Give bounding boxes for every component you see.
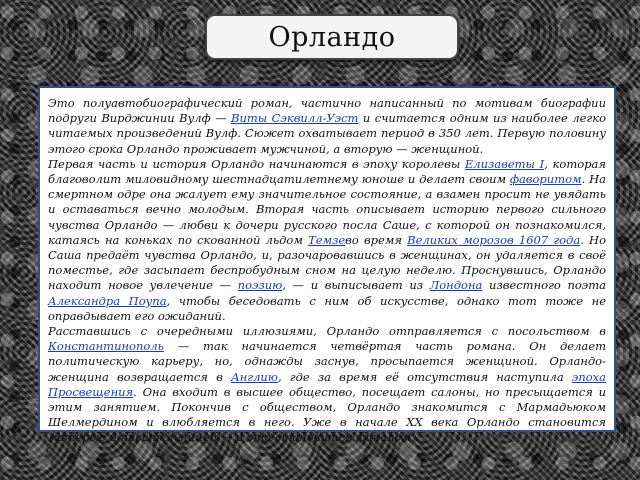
inline-link[interactable]: Англию (231, 370, 278, 384)
inline-link[interactable]: Темзе (308, 233, 345, 247)
inline-link[interactable]: Александра Поупа (48, 294, 167, 308)
slide-title: Орландо (268, 21, 396, 53)
inline-link[interactable]: фаворитом (510, 172, 582, 186)
text-run: Расставшись с очередными иллюзиями, Орла… (48, 324, 606, 339)
text-run: Первая часть и история Орландо начинаютс… (48, 156, 465, 171)
title-banner: Орландо (205, 14, 459, 60)
inline-link[interactable]: Виты Сэквилл-Уэст (231, 111, 358, 125)
inline-link[interactable]: поэзию (238, 278, 283, 292)
inline-link[interactable]: Лондона (430, 278, 483, 292)
text-run: во время (345, 232, 408, 247)
inline-link[interactable]: Константинополь (48, 339, 164, 353)
text-panel: Это полуавтобиографический роман, частич… (38, 86, 616, 444)
paragraph: Первая часть и история Орландо начинаютс… (48, 157, 606, 324)
article-text: Это полуавтобиографический роман, частич… (48, 96, 606, 446)
text-run: , где за время её отсутствия наступила (277, 369, 572, 384)
text-run: известного поэта (482, 278, 606, 293)
paragraph: Расставшись с очередными иллюзиями, Орла… (48, 324, 606, 446)
text-run: , — и выписывает из (282, 278, 430, 293)
inline-link[interactable]: Елизаветы I (465, 157, 544, 171)
paragraph: Это полуавтобиографический роман, частич… (48, 96, 606, 157)
inline-link[interactable]: Великих морозов 1607 года (407, 233, 580, 247)
